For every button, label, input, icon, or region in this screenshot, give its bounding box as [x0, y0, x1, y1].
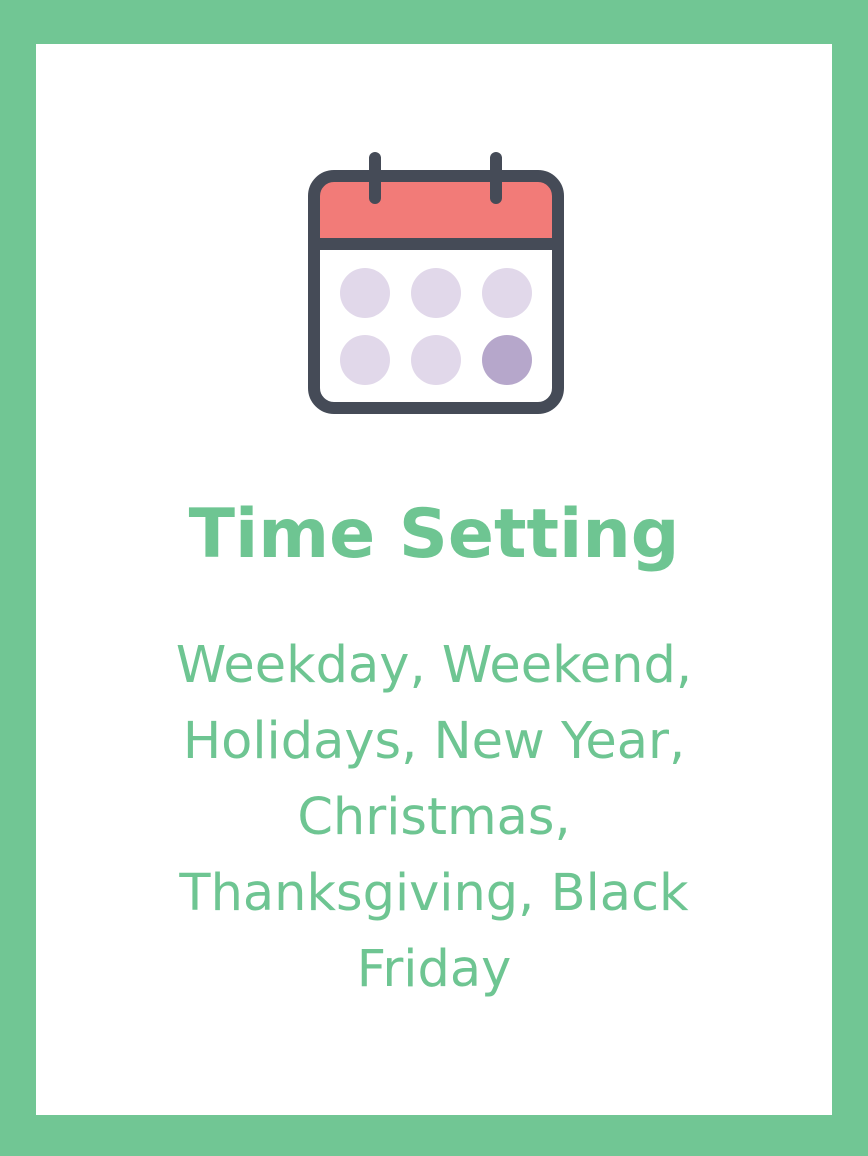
- calendar-icon: [304, 150, 566, 416]
- card-description: Weekday, Weekend, Holidays, New Year, Ch…: [175, 636, 693, 999]
- card-title: Time Setting: [188, 495, 680, 574]
